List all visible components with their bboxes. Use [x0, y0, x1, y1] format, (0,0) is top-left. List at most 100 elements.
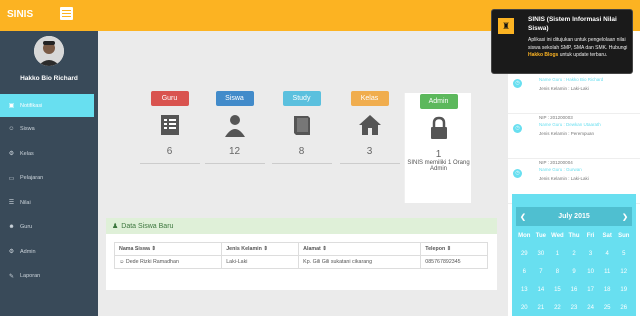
stat-kelas-button[interactable]: Kelas	[350, 91, 389, 106]
column-header[interactable]: Alamat ⇕	[298, 242, 422, 256]
sort-icon[interactable]: ⇕	[445, 246, 451, 252]
deer-icon: ♜	[498, 18, 514, 34]
calendar-day[interactable]: 23	[566, 302, 583, 314]
sidebar-item-siswa[interactable]: ☺ Siswa	[0, 117, 98, 142]
sidebar-item-label: Pelajaran	[20, 175, 44, 182]
calendar-day[interactable]: 25	[599, 302, 616, 314]
calendar-day-name: Fri	[586, 233, 595, 239]
sidebar-item-nilai[interactable]: ☰ Nilai	[0, 191, 98, 216]
calendar-day[interactable]: 18	[599, 284, 616, 296]
admin-note: SINIS memiliki 1 Orang Admin	[407, 160, 470, 172]
calendar-day[interactable]: 16	[566, 284, 583, 296]
panel-header: ♟ Data Siswa Baru	[106, 218, 497, 234]
teacher-name[interactable]: Name Guru : Hakko Bio Richard	[539, 77, 603, 82]
teacher-name[interactable]: Name Guru : Dewkan Utaarath	[539, 122, 601, 127]
calendar-day-name: Mon	[518, 233, 531, 239]
teacher-gender: Jenis Kelamin : Laki-Laki	[539, 176, 589, 181]
students-table: Nama Siswa ⇕ Jenis Kelamin ⇕ Alamat ⇕ Telep…	[113, 242, 488, 269]
avatar[interactable]	[34, 36, 64, 66]
menu-toggle-button[interactable]	[60, 7, 73, 20]
sidebar-item-guru[interactable]: ☻ Guru	[0, 215, 98, 240]
stat-divider	[204, 163, 265, 164]
popup-title: SINIS (Sistem Informasi Nilai Siswa)	[528, 16, 617, 32]
calendar-day[interactable]: 13	[516, 284, 533, 296]
column-header[interactable]: Telepon ⇕	[420, 242, 488, 256]
stat-siswa: Siswa 12	[202, 91, 267, 176]
calendar-day[interactable]: 22	[549, 302, 566, 314]
calendar-day[interactable]: 3	[582, 248, 599, 260]
calendar-week: 20 21 22 23 24 25 26	[516, 302, 632, 314]
sidebar-item-label: Notifikasi	[20, 102, 43, 109]
calendar-day[interactable]: 9	[566, 266, 583, 278]
sidebar-item-kelas[interactable]: ⚙ Kelas	[0, 142, 98, 167]
column-header-label: Nama Siswa	[119, 246, 150, 252]
cogs-icon: ⚙	[8, 151, 15, 158]
calendar-day[interactable]: 12	[615, 266, 632, 278]
list-item[interactable]: ◷NP : 201500007Name Guru : Hakko Bio Ric…	[508, 69, 640, 114]
sidebar-item-notifikasi[interactable]: ▣ Notifikasi	[0, 94, 94, 117]
calendar-day[interactable]: 30	[533, 248, 550, 260]
sort-icon[interactable]: ⇕	[321, 246, 326, 252]
popup-body: Aplikasi ini ditujukan untuk pengelolaan…	[528, 37, 628, 58]
user-icon: ♟	[112, 223, 119, 230]
popup-link[interactable]: Hakko Blogs	[528, 52, 558, 58]
sidebar-item-pelajaran[interactable]: ▭ Pelajaran	[0, 166, 98, 191]
teacher-nip: NIP : 201200004	[539, 160, 573, 165]
calendar-day-name: Thu	[568, 233, 580, 239]
calendar-day[interactable]: 21	[533, 302, 550, 314]
calendar-day-name: Wed	[551, 233, 564, 239]
calendar-week: 13 14 15 16 17 18 19	[516, 284, 632, 296]
sidebar-item-label: Siswa	[20, 126, 35, 133]
calendar-week: 6 7 8 9 10 11 12	[516, 266, 632, 278]
teacher-gender: Jenis Kelamin : Laki-Laki	[539, 86, 589, 91]
calendar-day[interactable]: 19	[615, 284, 632, 296]
sort-icon[interactable]: ⇕	[150, 246, 155, 252]
calendar-day[interactable]: 2	[566, 248, 583, 260]
sidebar-item-label: Guru	[20, 224, 33, 231]
column-header[interactable]: Nama Siswa ⇕	[113, 242, 223, 256]
stat-admin-button[interactable]: Admin	[419, 94, 458, 109]
calendar-day[interactable]: 10	[582, 266, 599, 278]
cell-value: 085767892345	[425, 259, 461, 265]
cell-value: Kp. Gili Gili sukatani cikarang	[303, 259, 373, 265]
calendar-day[interactable]: 11	[599, 266, 616, 278]
teacher-name[interactable]: Name Guru : Gurwan	[539, 167, 582, 172]
table-cell: Kp. Gili Gili sukatani cikarang	[298, 255, 422, 269]
user-icon	[223, 113, 247, 137]
calendar-day[interactable]: 6	[516, 266, 533, 278]
brand-logo[interactable]: SINIS	[7, 9, 33, 20]
stat-siswa-button[interactable]: Siswa	[215, 91, 254, 106]
stat-guru: Guru 6	[137, 91, 202, 176]
list-item[interactable]: ◷ NIP : 201200003 Name Guru : Dewkan Utaar…	[508, 114, 640, 159]
clock-icon: ◷	[513, 169, 522, 178]
calendar-day[interactable]: 15	[549, 284, 566, 296]
calendar-day[interactable]: 17	[582, 284, 599, 296]
calendar-day[interactable]: 5	[615, 248, 632, 260]
calendar-day[interactable]: 29	[516, 248, 533, 260]
next-month-button[interactable]: ❯	[622, 213, 628, 221]
table-cell: 085767892345	[420, 255, 488, 269]
sort-icon[interactable]: ⇕	[262, 246, 267, 252]
calendar-day[interactable]: 7	[533, 266, 550, 278]
calendar-day[interactable]: 8	[549, 266, 566, 278]
prev-month-button[interactable]: ❮	[520, 213, 526, 221]
calendar-day[interactable]: 14	[533, 284, 550, 296]
calendar-day-name: Sun	[618, 233, 630, 239]
sidebar-item-admin[interactable]: ⚙ Admin	[0, 240, 98, 265]
calendar-day[interactable]: 24	[582, 302, 599, 314]
teacher-gender: Jenis Kelamin : Perempuan	[539, 131, 595, 136]
sidebar-item-laporan[interactable]: ✎ Laporan	[0, 264, 98, 289]
calendar-day[interactable]: 1	[549, 248, 566, 260]
dashboard-icon: ▣	[8, 103, 15, 109]
calendar-day[interactable]: 20	[516, 302, 533, 314]
calendar-day[interactable]: 26	[615, 302, 632, 314]
info-popup[interactable]: ♜ SINIS (Sistem Informasi Nilai Siswa) A…	[491, 9, 633, 74]
table-row[interactable]: ☺ Dede Rizki Ramadhan Laki-Laki Kp. Gili G…	[113, 255, 488, 269]
stat-study-button[interactable]: Study	[282, 91, 321, 106]
calendar-month: July 2015	[558, 213, 590, 220]
calendar-day[interactable]: 4	[599, 248, 616, 260]
column-header[interactable]: Jenis Kelamin ⇕	[221, 242, 300, 256]
column-header-label: Telepon	[425, 246, 446, 252]
sidebar: Hakko Bio Richard ▣ Notifikasi ☺ Siswa ⚙ Kela…	[0, 31, 98, 316]
stat-guru-button[interactable]: Guru	[150, 91, 189, 106]
